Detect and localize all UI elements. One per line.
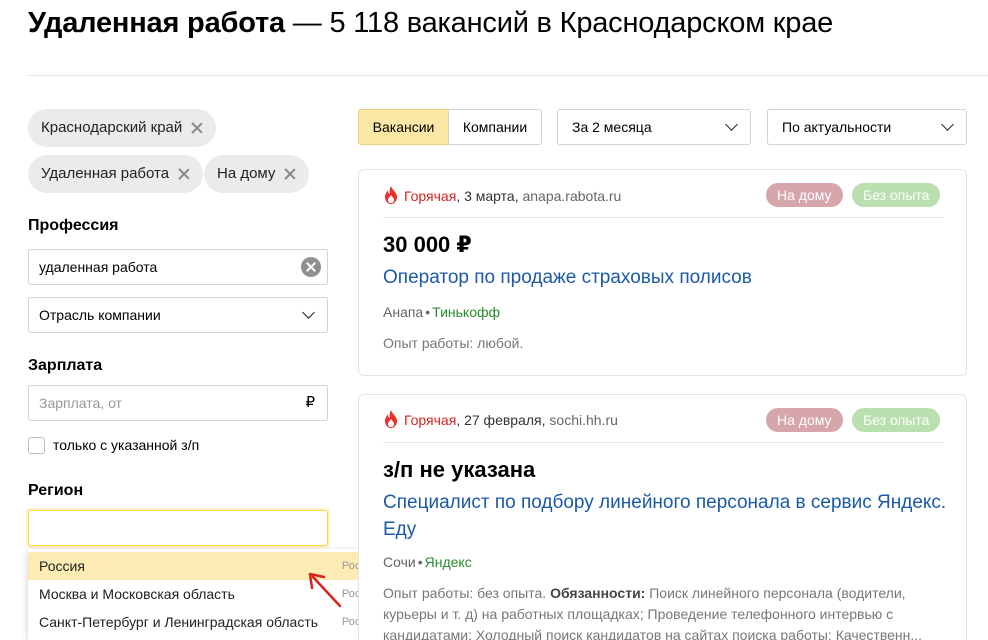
vacancy-card[interactable]: Горячая, 3 марта, anapa.rabota.ru На дом…: [358, 169, 967, 376]
vacancy-description: Опыт работы: без опыта. Обязанности: Пои…: [383, 585, 923, 640]
profession-input[interactable]: удаленная работа: [28, 249, 328, 285]
only-with-salary-checkbox[interactable]: [28, 437, 45, 454]
chip-label: На дому: [217, 165, 276, 182]
tag-no-experience: Без опыта: [852, 408, 941, 432]
vacancy-date: 3 марта,: [464, 188, 519, 204]
vacancy-meta: Горячая, 27 февраля, sochi.hh.ru: [383, 410, 618, 428]
company-link[interactable]: Тинькофф: [432, 304, 500, 320]
card-divider: [383, 217, 943, 218]
chevron-down-icon: [941, 118, 954, 131]
industry-select[interactable]: Отрасль компании: [28, 297, 328, 333]
sort-select[interactable]: По актуальности: [767, 109, 967, 145]
ruble-icon: ₽: [305, 394, 315, 411]
close-icon[interactable]: [178, 168, 190, 180]
filter-chip-home[interactable]: На дому: [204, 155, 310, 193]
sort-select-value: По актуальности: [782, 119, 892, 135]
chip-label: Удаленная работа: [41, 165, 170, 182]
hot-label: Горячая: [404, 188, 457, 204]
company-link[interactable]: Яндекс: [425, 554, 472, 570]
vacancy-location: Сочи • Яндекс: [383, 554, 472, 570]
red-arrow-annotation: [308, 572, 342, 608]
chevron-down-icon: [302, 306, 315, 319]
vacancy-salary: 30 000 ₽: [383, 232, 472, 257]
period-select[interactable]: За 2 месяца: [557, 109, 751, 145]
vacancy-title-link[interactable]: Специалист по подбору линейного персонал…: [383, 489, 953, 543]
tag-home: На дому: [766, 183, 843, 207]
chip-label: Краснодарский край: [41, 119, 183, 136]
close-icon[interactable]: [284, 168, 296, 180]
card-divider: [383, 442, 943, 443]
salary-label: Зарплата: [28, 357, 103, 374]
tab-vacancies[interactable]: Вакансии: [358, 109, 449, 145]
industry-select-label: Отрасль компании: [39, 307, 161, 323]
clear-icon[interactable]: [301, 257, 321, 277]
tag-home: На дому: [766, 408, 843, 432]
vacancy-location: Анапа • Тинькофф: [383, 304, 501, 320]
title-divider: [28, 75, 988, 76]
region-input[interactable]: [28, 510, 328, 546]
fire-icon: [385, 410, 397, 428]
salary-placeholder: Зарплата, от: [39, 395, 122, 411]
fire-icon: [385, 186, 397, 204]
vacancy-source[interactable]: anapa.rabota.ru: [522, 188, 621, 204]
vacancy-salary: з/п не указана: [383, 457, 536, 482]
vacancy-source[interactable]: sochi.hh.ru: [549, 412, 617, 428]
suggestion-item[interactable]: Санкт-Петербург и Ленинградская область …: [28, 608, 388, 636]
chevron-down-icon: [725, 118, 738, 131]
filter-chip-region[interactable]: Краснодарский край: [28, 109, 217, 147]
period-select-value: За 2 месяца: [572, 119, 652, 135]
salary-input[interactable]: Зарплата, от ₽: [28, 385, 328, 421]
region-label: Регион: [28, 482, 84, 499]
hot-label: Горячая: [404, 412, 457, 428]
tag-no-experience: Без опыта: [852, 183, 941, 207]
profession-label: Профессия: [28, 217, 119, 234]
only-with-salary-label: только с указанной з/п: [53, 437, 200, 453]
vacancy-experience: Опыт работы: любой.: [383, 335, 524, 351]
profession-value: удаленная работа: [39, 259, 158, 275]
vacancy-title-link[interactable]: Оператор по продаже страховых полисов: [383, 264, 953, 291]
page-title: Удаленная работа — 5 118 вакансий в Крас…: [28, 7, 834, 39]
vacancy-meta: Горячая, 3 марта, anapa.rabota.ru: [383, 186, 621, 204]
vacancy-card[interactable]: Горячая, 27 февраля, sochi.hh.ru На дому…: [358, 394, 967, 640]
close-icon[interactable]: [191, 122, 203, 134]
filter-chip-remote[interactable]: Удаленная работа: [28, 155, 204, 193]
vacancy-date: 27 февраля,: [464, 412, 546, 428]
tab-companies[interactable]: Компании: [448, 109, 542, 145]
